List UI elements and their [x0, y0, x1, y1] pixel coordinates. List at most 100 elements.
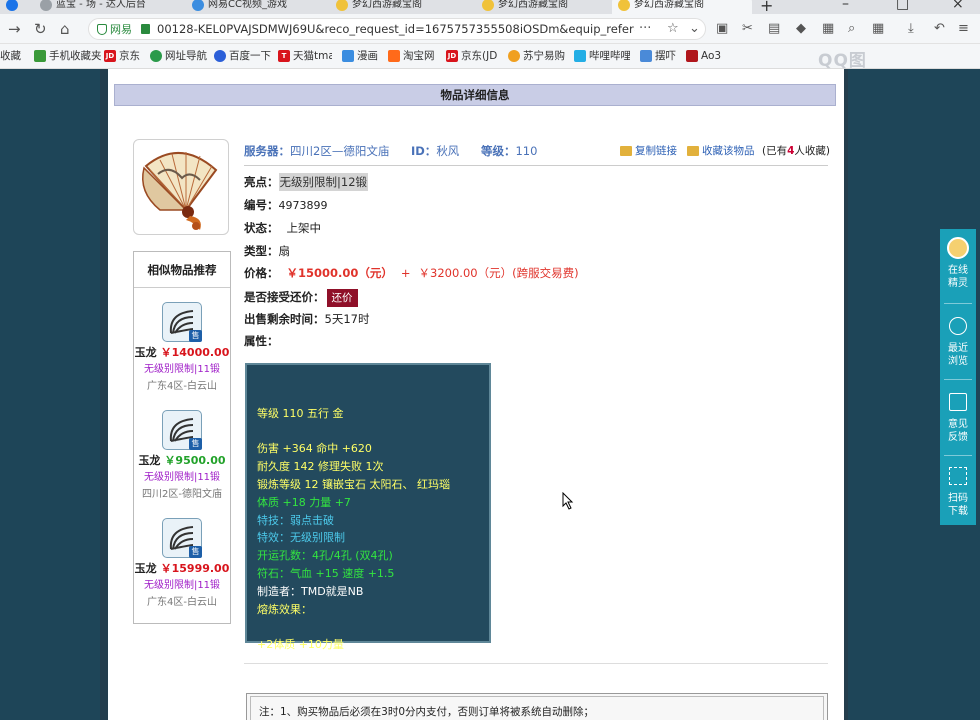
bookmark-item[interactable]: T天猫tmall [278, 49, 332, 64]
fan-thumbnail-icon[interactable]: 售 [162, 518, 202, 558]
similar-item-price: ￥15999.00 [160, 562, 230, 575]
bookmark-item[interactable]: 网址导航 [150, 49, 207, 64]
attribute-line: 锻炼等级 12 镶嵌宝石 太阳石、 红玛瑙 [257, 477, 450, 491]
online-helper-button[interactable]: 在线 精灵 [940, 237, 976, 299]
image-extension-icon[interactable]: ▦ [822, 20, 834, 38]
counter-offer-button[interactable]: 还价 [326, 288, 358, 307]
for-sale-badge: 售 [189, 546, 202, 558]
scan-download-button[interactable]: 扫码 下载 [940, 467, 976, 523]
apps-grid-icon[interactable]: ▦ [872, 20, 884, 38]
feedback-button[interactable]: 意见 反馈 [940, 393, 976, 449]
scissors-icon[interactable]: ✂ [742, 20, 753, 38]
similar-item-line: 玉龙 ￥15999.00 [134, 562, 230, 576]
more-icon[interactable]: ··· [639, 21, 651, 36]
favorite-button[interactable]: 收藏该物品 [687, 141, 755, 161]
tab-pinned[interactable] [0, 0, 34, 14]
site-badge: 网易 [95, 22, 135, 37]
reading-mode-icon[interactable]: ▣ [716, 20, 728, 38]
divider [244, 165, 828, 166]
tab-title: 蓝宝 - 场 - 达人后台 [56, 0, 146, 10]
extension-icon[interactable]: ▤ [768, 20, 780, 38]
counter-offer-label: 是否接受还价： [244, 290, 325, 304]
item-info-header: 服务器：四川2区—德阳文庙 ID：秋风 等级：110 复制链接 收藏该物品 (已… [244, 141, 831, 161]
bilibili-icon [574, 50, 586, 62]
bookmark-label: 手机收藏夹 [49, 50, 102, 62]
bookmark-item[interactable]: Ao3 [686, 49, 721, 64]
bookmark-item[interactable]: JD 京东 [104, 49, 140, 64]
undo-icon[interactable]: ↶ [934, 20, 945, 38]
copy-link-button[interactable]: 复制链接 [620, 141, 677, 161]
attribute-line [257, 618, 483, 636]
tab-title: 梦幻西游藏宝阁 [352, 0, 422, 10]
bookmark-item[interactable]: 百度一下 [214, 49, 271, 64]
url-field[interactable]: 网易 00128-KEL0PVAJSDMWJ69U&reco_request_i… [88, 18, 706, 40]
tab-1[interactable]: 蓝宝 - 场 - 达人后台 [34, 0, 184, 14]
bookmark-label: 京东 [119, 50, 140, 62]
tab-title: 网易CC视频_游戏 [208, 0, 287, 10]
fan-thumbnail-icon[interactable]: 售 [162, 302, 202, 342]
home-icon[interactable]: ⌂ [60, 20, 70, 38]
close-icon[interactable]: × [952, 0, 964, 12]
qr-scan-icon [949, 467, 967, 485]
star-icon[interactable]: ☆ [667, 21, 679, 36]
sidebar-label: 最近 [948, 343, 968, 354]
reload-icon[interactable]: ↻ [34, 20, 47, 38]
attribute-line: 特技：弱点击破 [257, 513, 334, 527]
similar-item-price: ￥14000.00 [160, 346, 230, 359]
similar-items-panel: 相似物品推荐 售 玉龙 ￥14000.00 无级别限制|11锻 广东4区-白云山 … [133, 251, 231, 624]
bookmark-label: Ao3 [701, 50, 722, 62]
menu-icon[interactable]: ≡ [958, 20, 969, 38]
download-icon[interactable]: ⤓ [908, 20, 914, 38]
bookmark-item[interactable]: 收藏 [0, 49, 21, 64]
bookmark-item[interactable]: JD 京东(JD [446, 49, 498, 64]
recent-browse-button[interactable]: 最近 浏览 [940, 317, 976, 373]
fan-thumbnail-icon[interactable]: 售 [162, 410, 202, 450]
browser-favicon-icon [6, 0, 18, 11]
clock-icon [949, 317, 967, 335]
tab-4[interactable]: 梦幻西游藏宝阁 [476, 0, 606, 14]
page-background: 物品详细信息 相似物品推荐 售 玉龙 ￥14000.00 无级别限制|11锻 广… [0, 69, 980, 720]
fav-suffix: 人收藏) [794, 145, 831, 157]
cbg-icon [618, 0, 630, 11]
fox-extension-icon[interactable]: ◆ [796, 20, 806, 38]
sidebar-label: 在线 [948, 265, 968, 276]
bookmark-item[interactable]: 哔哩哔哩 [574, 49, 630, 64]
nav-icon [150, 50, 162, 62]
search-icon[interactable]: ⌕ [848, 20, 855, 38]
price-fee: ￥3200.00（元）(跨服交易费) [418, 266, 579, 280]
bookmark-label: 收藏 [0, 50, 21, 62]
tab-strip: 蓝宝 - 场 - 达人后台 网易CC视频_游戏 梦幻西游藏宝阁 梦幻西游藏宝阁 … [0, 0, 980, 14]
bookmark-item[interactable]: 手机收藏夹 [34, 49, 102, 64]
similar-item-server: 广东4区-白云山 [147, 597, 217, 608]
sidebar-divider [944, 455, 972, 456]
similar-item-price: ￥9500.00 [164, 454, 226, 467]
minimize-icon[interactable]: – [842, 0, 849, 12]
edit-icon [949, 393, 967, 411]
number-value: 4973899 [278, 199, 328, 212]
similar-item-name: 玉龙 [138, 454, 161, 467]
new-tab-icon[interactable]: + [760, 0, 773, 14]
chevron-down-icon[interactable]: ⌄ [689, 21, 700, 36]
bookmark-label: 京东(JD [461, 50, 498, 62]
similar-item-server: 四川2区-德阳文庙 [142, 489, 222, 500]
bookmark-item[interactable]: 摆吓 [640, 49, 676, 64]
tab-3[interactable]: 梦幻西游藏宝阁 [330, 0, 460, 14]
bookmark-item[interactable]: 淘宝网 [388, 49, 435, 64]
tab-5-active[interactable]: 梦幻西游藏宝阁 [612, 0, 752, 14]
notice-inner: 注：1、购买物品后必须在3时0分内支付，否则订单将被系统自动删除； [250, 696, 824, 720]
similar-item-server: 广东4区-白云山 [147, 381, 217, 392]
highlight-row: 亮点：无级别限制|12锻 [244, 172, 369, 192]
maximize-icon[interactable]: □ [896, 0, 909, 12]
tab-2[interactable]: 网易CC视频_游戏 [186, 0, 316, 14]
forward-icon[interactable]: → [8, 20, 21, 38]
fav-prefix: (已有 [762, 145, 788, 157]
phone-icon [34, 50, 46, 62]
bookmark-item[interactable]: 漫画 [342, 49, 378, 64]
url-text[interactable]: 00128-KEL0PVAJSDMWJ69U&reco_request_id=1… [157, 22, 635, 37]
bookmark-item[interactable]: 苏宁易购 [508, 49, 565, 64]
fan-icon [142, 152, 218, 230]
server-label: 服务器： [244, 144, 290, 158]
tab-title: 梦幻西游藏宝阁 [498, 0, 568, 10]
attribute-line: 体质 +18 力量 +7 [257, 495, 351, 509]
attribute-line: 伤害 +364 命中 +620 [257, 442, 372, 456]
